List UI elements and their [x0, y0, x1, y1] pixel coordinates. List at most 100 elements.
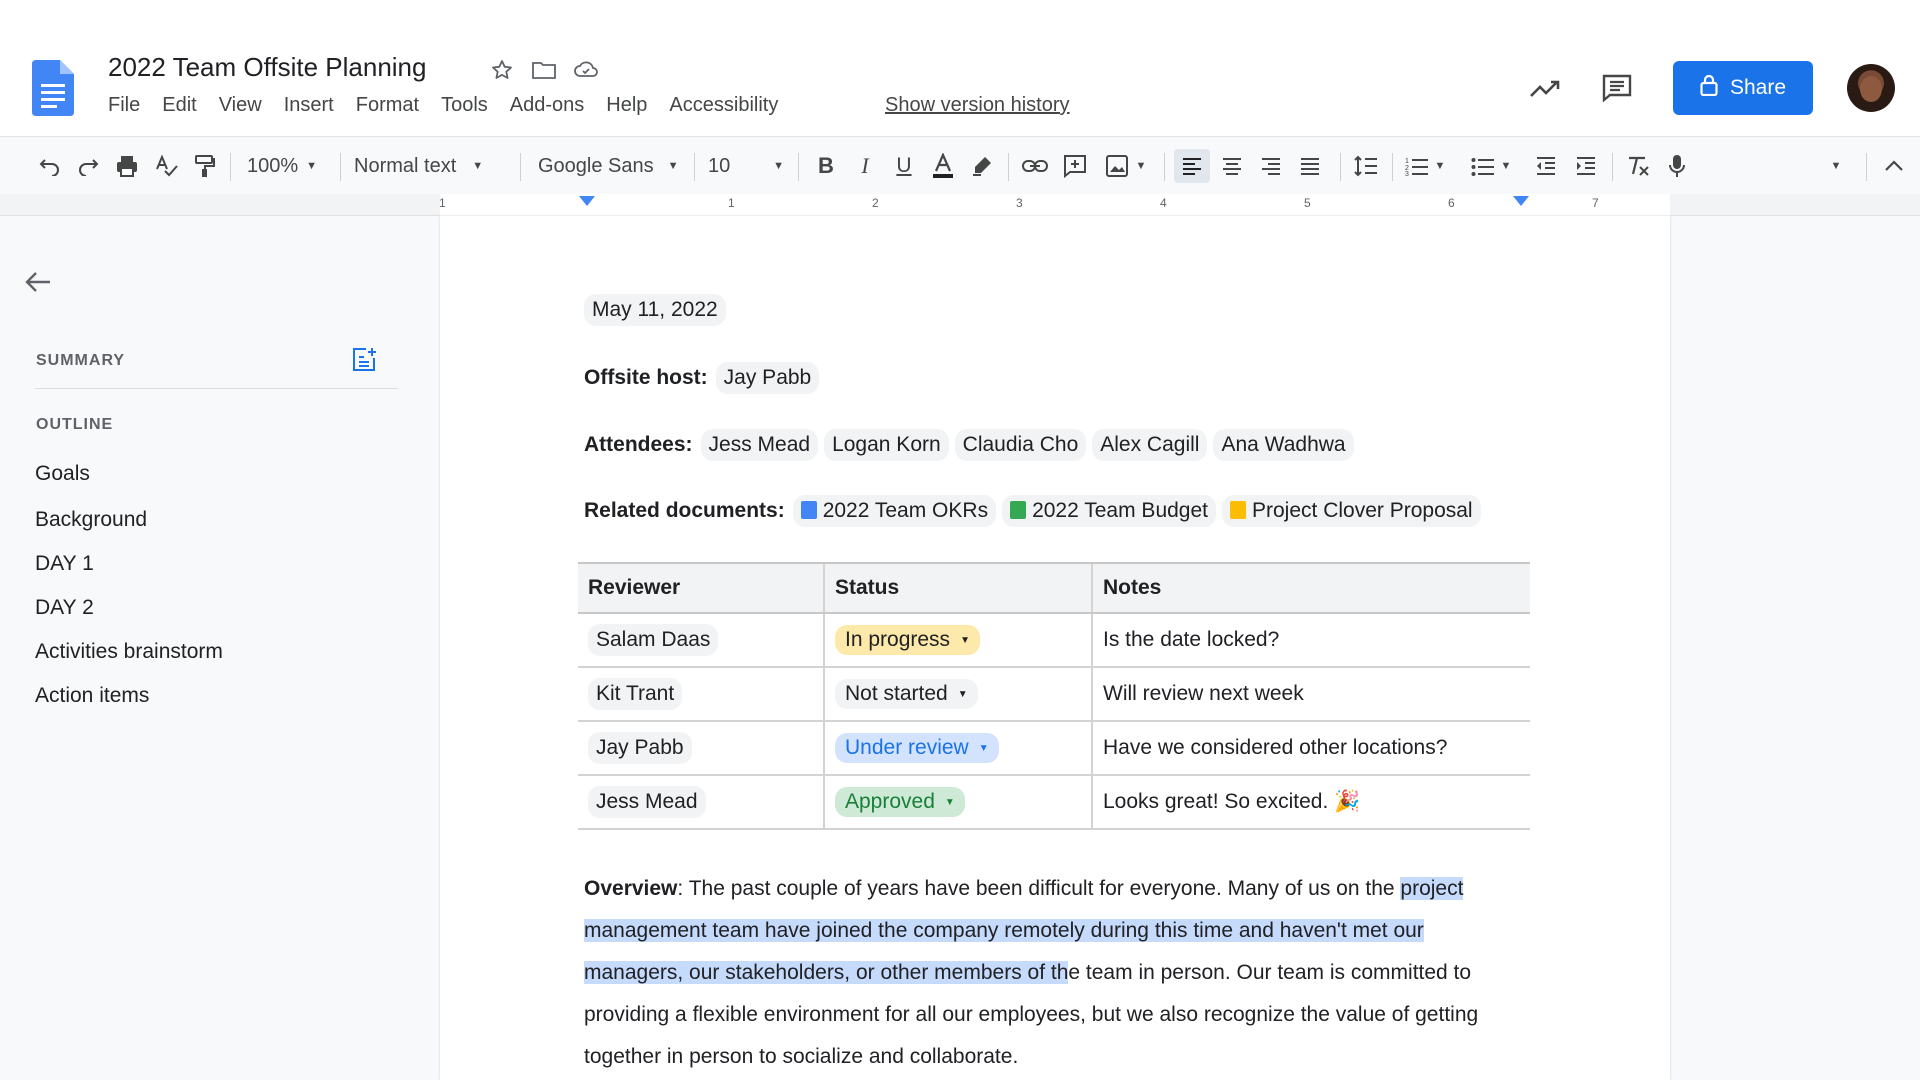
align-left-icon[interactable] — [1174, 149, 1210, 183]
highlight-color-icon[interactable] — [968, 149, 996, 183]
reviewer-chip[interactable]: Jay Pabb — [588, 732, 692, 764]
person-chip[interactable]: Jay Pabb — [715, 362, 820, 394]
svg-text:1: 1 — [1405, 158, 1409, 165]
notes-cell[interactable]: Looks great! So excited. 🎉 — [1091, 775, 1530, 830]
user-avatar[interactable] — [1847, 64, 1895, 112]
document-outline-panel: SUMMARY OUTLINE Goals Background DAY 1 D… — [0, 216, 440, 1080]
person-chip[interactable]: Jess Mead — [700, 429, 819, 461]
person-chip[interactable]: Logan Korn — [824, 429, 949, 461]
menu-tools[interactable]: Tools — [441, 94, 488, 117]
overview-paragraph[interactable]: Overview: The past couple of years have … — [584, 868, 1524, 1078]
numbered-list-button[interactable]: 123 ▼ — [1400, 149, 1450, 183]
ruler-label: 7 — [1592, 196, 1599, 210]
redo-icon[interactable] — [74, 149, 102, 183]
show-version-history-link[interactable]: Show version history — [885, 94, 1070, 117]
text-color-icon[interactable] — [929, 149, 957, 183]
outline-item-background[interactable]: Background — [35, 508, 147, 532]
move-folder-icon[interactable] — [530, 56, 558, 84]
insert-link-icon[interactable] — [1020, 149, 1050, 183]
spellcheck-icon[interactable] — [152, 149, 182, 183]
table-header-row: Reviewer Status Notes — [578, 562, 1530, 614]
docs-logo-icon[interactable] — [32, 60, 74, 116]
person-chip[interactable]: Alex Cagill — [1092, 429, 1208, 461]
ruler-label: 3 — [1016, 196, 1023, 210]
undo-icon[interactable] — [36, 149, 64, 183]
menu-insert[interactable]: Insert — [284, 94, 334, 117]
zoom-select[interactable]: 100% ▼ — [242, 149, 322, 183]
table-row: Jay Pabb Under review ▼ Have we considere… — [578, 721, 1530, 776]
notes-cell[interactable]: Is the date locked? — [1091, 613, 1530, 668]
outline-item-day-1[interactable]: DAY 1 — [35, 552, 94, 576]
line-spacing-icon[interactable] — [1348, 149, 1384, 183]
outline-heading: OUTLINE — [36, 416, 114, 433]
document-title[interactable]: 2022 Team Offsite Planning — [108, 52, 426, 83]
collapse-menus-icon[interactable] — [1878, 149, 1910, 183]
notes-cell[interactable]: Have we considered other locations? — [1091, 721, 1530, 776]
comments-icon[interactable] — [1599, 70, 1635, 106]
toolbar-divider — [798, 153, 799, 181]
menu-format[interactable]: Format — [356, 94, 419, 117]
status-dropdown-chip[interactable]: Under review ▼ — [835, 733, 999, 763]
person-chip[interactable]: Claudia Cho — [954, 429, 1087, 461]
status-dropdown-chip[interactable]: In progress ▼ — [835, 625, 980, 655]
more-options-caret-icon[interactable]: ▼ — [1822, 149, 1850, 183]
outline-item-activities-brainstorm[interactable]: Activities brainstorm — [35, 640, 223, 664]
notes-cell[interactable]: Will review next week — [1091, 667, 1530, 722]
reviewer-chip[interactable]: Kit Trant — [588, 678, 683, 710]
italic-icon[interactable]: I — [851, 149, 879, 183]
paragraph-style-select[interactable]: Normal text ▼ — [354, 149, 504, 183]
font-size-select[interactable]: 10 ▼ — [708, 149, 784, 183]
ruler-label: 5 — [1304, 196, 1311, 210]
close-outline-arrow-icon[interactable] — [24, 270, 52, 299]
status-label: Not started — [845, 682, 948, 705]
print-icon[interactable] — [112, 149, 142, 183]
menu-view[interactable]: View — [219, 94, 262, 117]
right-indent-marker[interactable] — [1513, 196, 1529, 206]
clear-formatting-icon[interactable] — [1622, 149, 1654, 183]
menu-file[interactable]: File — [108, 94, 140, 117]
menu-help[interactable]: Help — [606, 94, 647, 117]
activity-dashboard-icon[interactable] — [1527, 70, 1563, 106]
menu-bar: File Edit View Insert Format Tools Add-o… — [108, 94, 800, 117]
reviewer-chip[interactable]: Salam Daas — [588, 624, 719, 656]
menu-add-ons[interactable]: Add-ons — [510, 94, 585, 117]
file-chip-clover[interactable]: Project Clover Proposal — [1222, 495, 1481, 527]
bold-icon[interactable]: B — [812, 149, 840, 183]
align-justify-icon[interactable] — [1292, 149, 1328, 183]
paint-format-icon[interactable] — [190, 149, 220, 183]
increase-indent-icon[interactable] — [1570, 149, 1602, 183]
file-chip-budget[interactable]: 2022 Team Budget — [1002, 495, 1216, 527]
status-dropdown-chip[interactable]: Not started ▼ — [835, 679, 978, 709]
insert-image-button[interactable]: ▼ — [1100, 149, 1152, 183]
ruler-label: 4 — [1160, 196, 1167, 210]
bulleted-list-button[interactable]: ▼ — [1466, 149, 1516, 183]
align-center-icon[interactable] — [1214, 149, 1250, 183]
outline-item-action-items[interactable]: Action items — [35, 684, 149, 708]
reviewer-chip[interactable]: Jess Mead — [588, 786, 706, 818]
document-page[interactable]: May 11, 2022 Offsite host: Jay Pabb Atte… — [440, 216, 1670, 1080]
overview-label: Overview — [584, 877, 678, 900]
app-header: 2022 Team Offsite Planning File Edit Vie… — [0, 0, 1920, 136]
underline-icon[interactable]: U — [890, 149, 918, 183]
add-comment-icon[interactable] — [1060, 149, 1090, 183]
share-button[interactable]: Share — [1673, 61, 1813, 115]
left-indent-marker[interactable] — [579, 196, 595, 206]
voice-typing-icon[interactable] — [1662, 149, 1692, 183]
menu-edit[interactable]: Edit — [162, 94, 196, 117]
add-summary-icon[interactable] — [350, 346, 378, 379]
decrease-indent-icon[interactable] — [1530, 149, 1562, 183]
date-chip[interactable]: May 11, 2022 — [584, 294, 726, 326]
outline-item-day-2[interactable]: DAY 2 — [35, 596, 94, 620]
person-chip[interactable]: Ana Wadhwa — [1213, 429, 1354, 461]
menu-accessibility[interactable]: Accessibility — [669, 94, 778, 117]
star-icon[interactable] — [488, 56, 516, 84]
docs-file-icon — [800, 501, 817, 519]
paragraph-style-value: Normal text — [354, 154, 457, 177]
cloud-saved-icon[interactable] — [572, 56, 600, 84]
font-family-select[interactable]: Google Sans ▼ — [538, 149, 686, 183]
toolbar-divider — [1164, 153, 1165, 181]
outline-item-goals[interactable]: Goals — [35, 462, 90, 486]
status-dropdown-chip[interactable]: Approved ▼ — [835, 787, 965, 817]
file-chip-okrs[interactable]: 2022 Team OKRs — [792, 495, 997, 527]
align-right-icon[interactable] — [1253, 149, 1289, 183]
